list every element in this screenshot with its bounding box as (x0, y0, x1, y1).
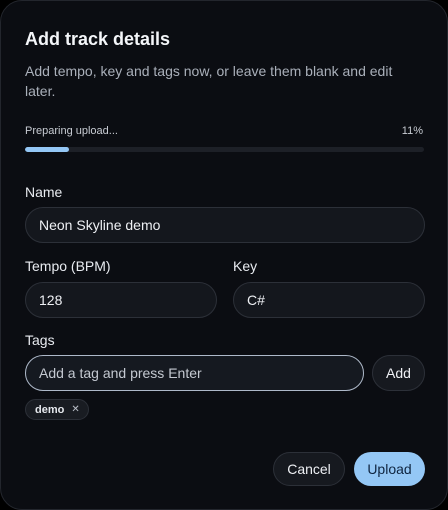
progress-percent: 11% (401, 125, 423, 137)
tag-chip: demo ✕ (25, 399, 89, 420)
key-input-value: C# (247, 292, 265, 308)
tags-label: Tags (25, 332, 55, 348)
add-tag-button[interactable]: Add (372, 355, 425, 391)
tempo-label: Tempo (BPM) (25, 258, 111, 274)
name-input-value: Neon Skyline demo (39, 217, 161, 233)
name-label: Name (25, 184, 63, 200)
tags-input-placeholder: Add a tag and press Enter (39, 365, 202, 381)
tempo-input-value: 128 (39, 292, 63, 308)
dialog-title: Add track details (25, 29, 171, 49)
cancel-button[interactable]: Cancel (273, 452, 345, 486)
tag-chip-label: demo (35, 403, 65, 416)
key-label: Key (233, 258, 258, 274)
close-icon[interactable]: ✕ (71, 404, 79, 415)
key-input[interactable]: C# (233, 282, 425, 318)
upload-button[interactable]: Upload (354, 452, 425, 486)
tempo-input[interactable]: 128 (25, 282, 217, 318)
add-track-dialog: Add track details Add tempo, key and tag… (0, 0, 448, 510)
tags-input[interactable]: Add a tag and press Enter (25, 355, 364, 391)
progress-bar (25, 147, 424, 152)
progress-bar-fill (25, 147, 69, 152)
dialog-subtitle: Add tempo, key and tags now, or leave th… (25, 63, 393, 99)
progress-label: Preparing upload... (25, 125, 118, 137)
name-input[interactable]: Neon Skyline demo (25, 207, 425, 243)
